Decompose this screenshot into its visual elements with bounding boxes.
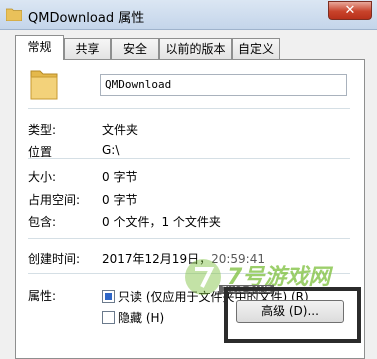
size-label: 大小: (28, 170, 57, 184)
location-value: G:\ (102, 143, 120, 157)
size-on-disk-label: 占用空间: (28, 193, 81, 207)
folder-icon (6, 8, 22, 21)
attributes-label: 属性: (28, 289, 57, 303)
close-button[interactable]: ✕ (328, 1, 372, 20)
tab-label: 共享 (75, 42, 100, 56)
window-title: QMDownload 属性 (28, 11, 145, 26)
title-bar[interactable]: QMDownload 属性 ✕ (0, 0, 377, 30)
hidden-label: 隐藏 (H) (118, 311, 165, 325)
tab-label: 自定义 (237, 42, 274, 56)
created-label: 创建时间: (28, 252, 81, 266)
divider (28, 238, 350, 239)
tab-label: 常规 (27, 40, 52, 54)
size-value: 0 字节 (102, 170, 138, 184)
contains-label: 包含: (28, 215, 57, 229)
size-on-disk-value: 0 字节 (102, 193, 138, 207)
divider (28, 108, 350, 109)
divider (28, 158, 350, 159)
tab-general[interactable]: 常规 (15, 35, 64, 60)
created-value: 2017年12月19日，20:59:41 (102, 250, 265, 267)
tab-previous-versions[interactable]: 以前的版本 (159, 38, 232, 59)
tab-label: 以前的版本 (165, 42, 226, 56)
tab-label: 安全 (122, 42, 147, 56)
divider (28, 273, 350, 274)
tab-security[interactable]: 安全 (111, 38, 159, 59)
type-value: 文件夹 (102, 123, 139, 137)
contains-value: 0 个文件，1 个文件夹 (102, 215, 221, 229)
tab-customize[interactable]: 自定义 (232, 38, 280, 59)
readonly-checkbox[interactable] (102, 290, 115, 303)
folder-name-input[interactable]: QMDownload (100, 74, 347, 96)
advanced-button[interactable]: 高级 (D)... (236, 300, 344, 323)
type-label: 类型: (28, 123, 57, 137)
hidden-checkbox-row[interactable]: 隐藏 (H) (102, 309, 164, 326)
hidden-checkbox[interactable] (102, 311, 115, 324)
created-time: 20:59:41 (211, 252, 265, 266)
tab-sharing[interactable]: 共享 (64, 38, 111, 59)
folder-icon (30, 70, 58, 100)
created-date: 2017年12月19日， (102, 252, 212, 266)
close-icon: ✕ (344, 3, 356, 18)
